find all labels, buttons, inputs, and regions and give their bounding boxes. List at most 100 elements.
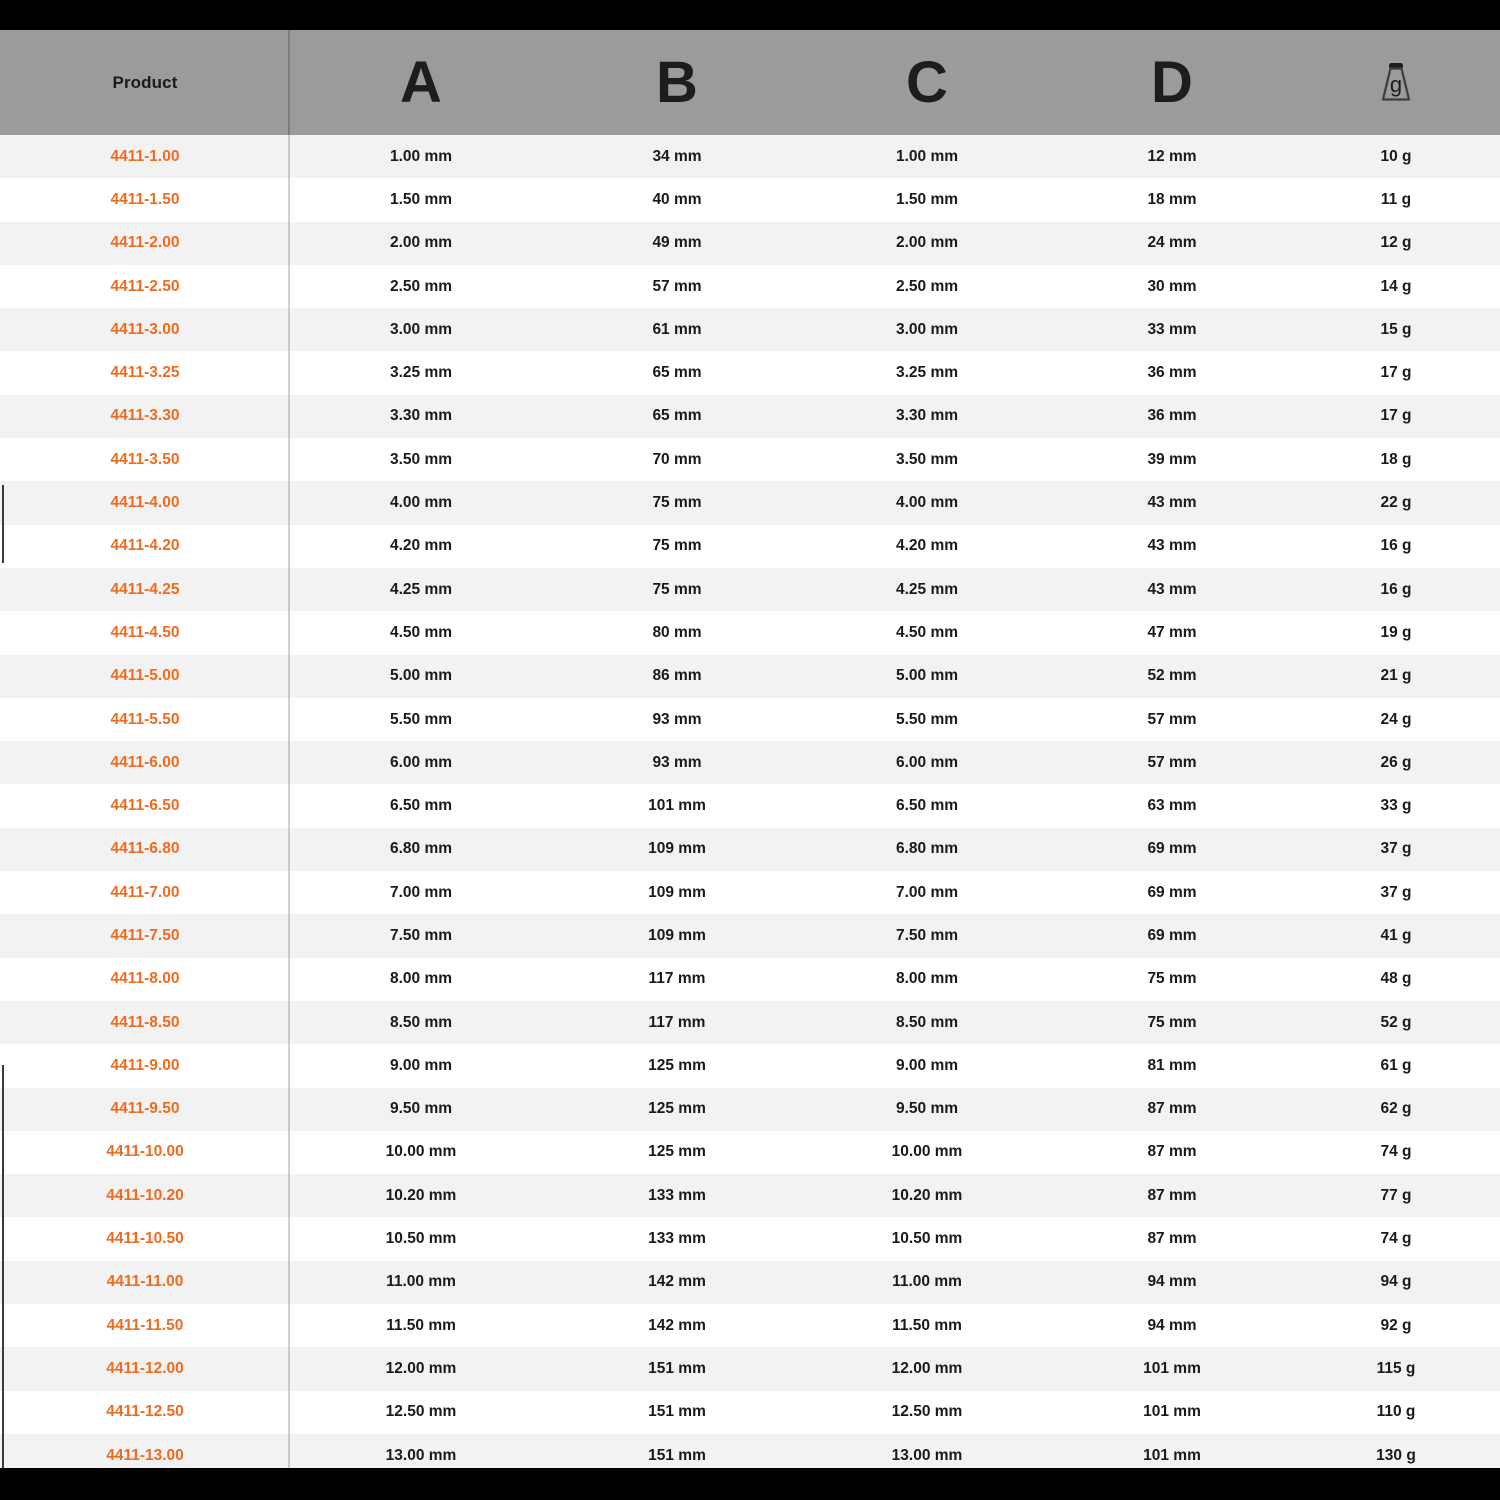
column-header-c[interactable]: C xyxy=(802,30,1052,135)
cell-c: 10.00 mm xyxy=(891,1143,963,1161)
cell-d: 87 mm xyxy=(1147,1230,1197,1248)
table-row[interactable]: 4411-6.50 6.50 mm 101 mm 6.50 mm 63 mm 33 g xyxy=(0,784,1500,829)
table-row[interactable]: 4411-7.00 7.00 mm 109 mm 7.00 mm 69 mm 37 g xyxy=(0,871,1500,915)
column-header-b[interactable]: B xyxy=(552,30,802,135)
product-code-link[interactable]: 4411-9.00 xyxy=(0,1044,290,1088)
table-row[interactable]: 4411-9.00 9.00 mm 125 mm 9.00 mm 81 mm 61 g xyxy=(0,1044,1500,1088)
weight-g-icon: g xyxy=(1365,52,1427,114)
cell-a: 1.00 mm xyxy=(389,147,453,165)
table-row[interactable]: 4411-5.00 5.00 mm 86 mm 5.00 mm 52 mm 21 g xyxy=(0,654,1500,699)
table-row[interactable]: 4411-3.30 3.30 mm 65 mm 3.30 mm 36 mm 17 g xyxy=(0,394,1500,439)
cell-d: 33 mm xyxy=(1147,320,1197,338)
table-row[interactable]: 4411-4.00 4.00 mm 75 mm 4.00 mm 43 mm 22 g xyxy=(0,481,1500,525)
table-row[interactable]: 4411-12.50 12.50 mm 151 mm 12.50 mm 101 mm 11… xyxy=(0,1390,1500,1435)
product-code-link[interactable]: 4411-11.50 xyxy=(0,1304,290,1348)
column-header-weight[interactable]: g xyxy=(1292,30,1500,135)
product-code-link[interactable]: 4411-7.00 xyxy=(0,871,290,915)
table-row[interactable]: 4411-11.00 11.00 mm 142 mm 11.00 mm 94 mm 94 … xyxy=(0,1260,1500,1305)
product-code-link[interactable]: 4411-1.50 xyxy=(0,178,290,222)
table-row[interactable]: 4411-4.50 4.50 mm 80 mm 4.50 mm 47 mm 19 g xyxy=(0,611,1500,655)
cell-a: 4.25 mm xyxy=(389,580,453,598)
product-code-link[interactable]: 4411-4.00 xyxy=(0,481,290,525)
product-code-link[interactable]: 4411-3.50 xyxy=(0,438,290,482)
product-code-link[interactable]: 4411-9.50 xyxy=(0,1087,290,1132)
table-row[interactable]: 4411-10.50 10.50 mm 133 mm 10.50 mm 87 mm 74 … xyxy=(0,1217,1500,1262)
table-row[interactable]: 4411-6.00 6.00 mm 93 mm 6.00 mm 57 mm 26 g xyxy=(0,741,1500,785)
product-code-link[interactable]: 4411-2.50 xyxy=(0,264,290,309)
table-row[interactable]: 4411-9.50 9.50 mm 125 mm 9.50 mm 87 mm 62 g xyxy=(0,1087,1500,1132)
cell-a: 11.50 mm xyxy=(386,1316,456,1334)
cell-b: 40 mm xyxy=(652,190,702,208)
table-row[interactable]: 4411-5.50 5.50 mm 93 mm 5.50 mm 57 mm 24 g xyxy=(0,697,1500,742)
cell-c: 12.00 mm xyxy=(891,1359,963,1377)
cell-c: 4.00 mm xyxy=(895,494,959,512)
product-code-link[interactable]: 4411-10.20 xyxy=(0,1174,290,1218)
cell-a: 11.00 mm xyxy=(386,1273,456,1291)
product-code-link[interactable]: 4411-10.00 xyxy=(0,1130,290,1175)
cell-d: 57 mm xyxy=(1147,710,1197,728)
product-code-link[interactable]: 4411-4.20 xyxy=(0,524,290,569)
table-row[interactable]: 4411-10.00 10.00 mm 125 mm 10.00 mm 87 mm 74 … xyxy=(0,1130,1500,1175)
table-row[interactable]: 4411-7.50 7.50 mm 109 mm 7.50 mm 69 mm 41 g xyxy=(0,914,1500,958)
table-row[interactable]: 4411-3.50 3.50 mm 70 mm 3.50 mm 39 mm 18 g xyxy=(0,438,1500,482)
table-row[interactable]: 4411-12.00 12.00 mm 151 mm 12.00 mm 101 mm 11… xyxy=(0,1347,1500,1391)
table-row[interactable]: 4411-2.00 2.00 mm 49 mm 2.00 mm 24 mm 12 g xyxy=(0,221,1500,266)
product-code-link[interactable]: 4411-6.00 xyxy=(0,741,290,785)
product-code-link[interactable]: 4411-12.50 xyxy=(0,1390,290,1435)
cell-d: 43 mm xyxy=(1147,580,1197,598)
table-row[interactable]: 4411-11.50 11.50 mm 142 mm 11.50 mm 94 mm 92 … xyxy=(0,1304,1500,1348)
product-code-link[interactable]: 4411-5.50 xyxy=(0,697,290,742)
product-code-link[interactable]: 4411-2.00 xyxy=(0,221,290,266)
spec-table-viewport[interactable]: Product A B C D g 4411-1.00 1.00 mm 34 m… xyxy=(0,30,1500,1468)
cell-b: 80 mm xyxy=(652,623,702,641)
cell-a: 5.00 mm xyxy=(389,667,453,685)
letterbox-top-bar xyxy=(0,0,1500,30)
cell-a: 10.20 mm xyxy=(385,1186,457,1204)
product-code-link[interactable]: 4411-12.00 xyxy=(0,1347,290,1391)
cell-d: 101 mm xyxy=(1143,1403,1201,1421)
column-header-d[interactable]: D xyxy=(1052,30,1292,135)
table-row[interactable]: 4411-1.00 1.00 mm 34 mm 1.00 mm 12 mm 10 g xyxy=(0,135,1500,179)
product-code-link[interactable]: 4411-5.00 xyxy=(0,654,290,699)
product-code-link[interactable]: 4411-6.50 xyxy=(0,784,290,829)
product-code-link[interactable]: 4411-3.00 xyxy=(0,308,290,352)
cell-d: 69 mm xyxy=(1147,883,1197,901)
product-code-link[interactable]: 4411-4.50 xyxy=(0,611,290,655)
table-row[interactable]: 4411-13.00 13.00 mm 151 mm 13.00 mm 101 mm 13… xyxy=(0,1433,1500,1468)
table-row[interactable]: 4411-8.50 8.50 mm 117 mm 8.50 mm 75 mm 52 g xyxy=(0,1000,1500,1045)
cell-d: 39 mm xyxy=(1147,450,1197,468)
table-row[interactable]: 4411-8.00 8.00 mm 117 mm 8.00 mm 75 mm 48 g xyxy=(0,957,1500,1002)
table-row[interactable]: 4411-10.20 10.20 mm 133 mm 10.20 mm 87 mm 77 … xyxy=(0,1174,1500,1218)
product-code-link[interactable]: 4411-3.25 xyxy=(0,351,290,396)
cell-d: 94 mm xyxy=(1147,1316,1197,1334)
table-body: 4411-1.00 1.00 mm 34 mm 1.00 mm 12 mm 10 g 441… xyxy=(0,135,1500,1468)
table-row[interactable]: 4411-4.25 4.25 mm 75 mm 4.25 mm 43 mm 16 g xyxy=(0,567,1500,612)
cell-c: 11.00 mm xyxy=(892,1273,962,1291)
table-row[interactable]: 4411-2.50 2.50 mm 57 mm 2.50 mm 30 mm 14 g xyxy=(0,264,1500,309)
table-row[interactable]: 4411-3.00 3.00 mm 61 mm 3.00 mm 33 mm 15 g xyxy=(0,308,1500,352)
column-header-a[interactable]: A xyxy=(290,30,552,135)
product-code-link[interactable]: 4411-8.50 xyxy=(0,1000,290,1045)
cell-g: 12 g xyxy=(1380,234,1412,252)
cell-b: 133 mm xyxy=(648,1186,706,1204)
product-code-link[interactable]: 4411-13.00 xyxy=(0,1433,290,1468)
table-row[interactable]: 4411-6.80 6.80 mm 109 mm 6.80 mm 69 mm 37 g xyxy=(0,827,1500,872)
cell-b: 61 mm xyxy=(652,320,702,338)
cell-d: 63 mm xyxy=(1147,797,1197,815)
cell-d: 57 mm xyxy=(1147,753,1197,771)
column-header-product[interactable]: Product xyxy=(0,30,290,135)
cell-b: 93 mm xyxy=(652,710,702,728)
table-row[interactable]: 4411-3.25 3.25 mm 65 mm 3.25 mm 36 mm 17 g xyxy=(0,351,1500,396)
product-code-link[interactable]: 4411-4.25 xyxy=(0,567,290,612)
product-code-link[interactable]: 4411-8.00 xyxy=(0,957,290,1002)
product-code-link[interactable]: 4411-6.80 xyxy=(0,827,290,872)
cell-d: 12 mm xyxy=(1147,147,1197,165)
product-code-link[interactable]: 4411-10.50 xyxy=(0,1217,290,1262)
product-code-link[interactable]: 4411-7.50 xyxy=(0,914,290,958)
product-code-link[interactable]: 4411-3.30 xyxy=(0,394,290,439)
table-row[interactable]: 4411-4.20 4.20 mm 75 mm 4.20 mm 43 mm 16 g xyxy=(0,524,1500,569)
product-code-link[interactable]: 4411-11.00 xyxy=(0,1260,290,1305)
product-code-link[interactable]: 4411-1.00 xyxy=(0,135,290,179)
cell-a: 3.30 mm xyxy=(389,407,453,425)
table-row[interactable]: 4411-1.50 1.50 mm 40 mm 1.50 mm 18 mm 11 g xyxy=(0,178,1500,222)
